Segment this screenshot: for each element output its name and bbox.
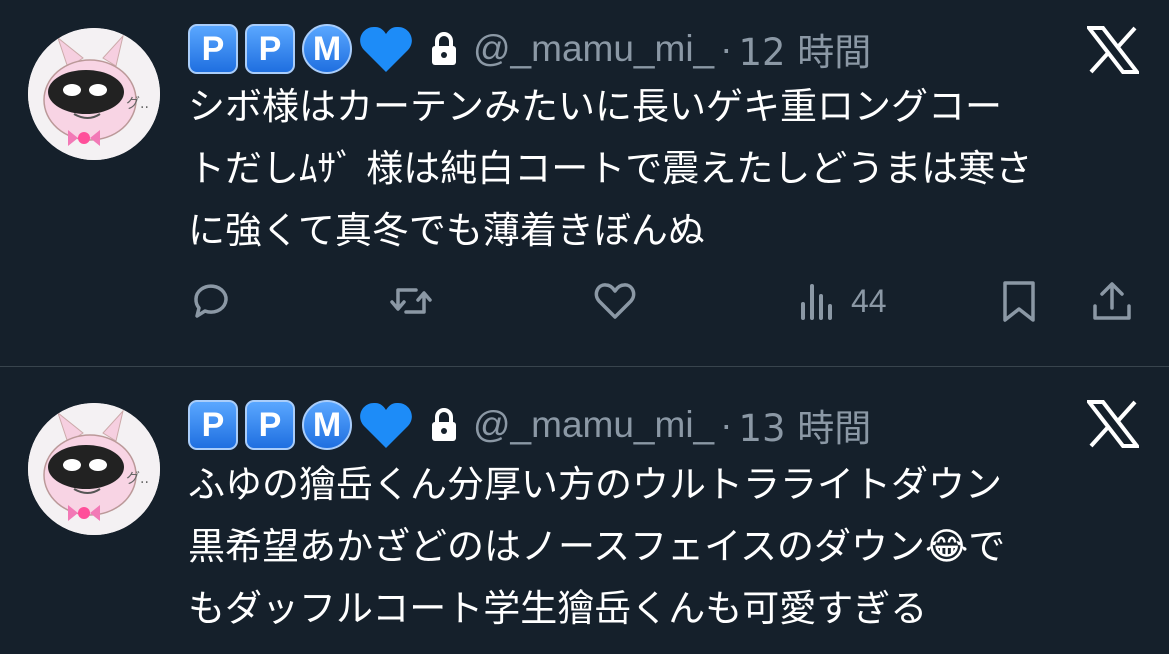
badge-m: M — [302, 400, 352, 450]
avatar[interactable]: グ.. — [28, 28, 160, 160]
views-icon — [801, 284, 832, 320]
tweet-text-line: に強くて真冬でも薄着きぼんぬ — [188, 209, 705, 252]
retweet-icon — [390, 288, 432, 314]
reply-button[interactable] — [188, 276, 234, 326]
handle[interactable]: @_mamu_mi_ — [473, 404, 714, 446]
badge-p: P — [188, 400, 238, 450]
badge-m: M — [302, 24, 352, 74]
action-bar: 44 — [0, 276, 1169, 326]
lock-icon — [432, 32, 456, 65]
avatar-illustration: グ.. — [28, 28, 160, 160]
tweet-header: P P M @_mamu_mi_ · 13 時間 — [188, 396, 871, 454]
tweet-text-line: もダッフルコート学生獪岳くんも可愛すぎる — [188, 587, 928, 630]
blue-heart-icon — [360, 402, 412, 448]
blue-heart-icon — [360, 26, 412, 72]
share-icon — [1093, 282, 1131, 320]
x-logo-icon — [1087, 400, 1139, 448]
tweet-text-line: トだしﾑｻﾞ 様は純白コートで震えたしどうまは寒さ — [188, 147, 1033, 190]
tweet-text-line: ふゆの獪岳くん分厚い方のウルトラライトダウン — [188, 463, 1002, 506]
like-button[interactable] — [592, 276, 638, 326]
tweet-text: シボ様はカーテンみたいに長いゲキ重ロングコー トだしﾑｻﾞ 様は純白コートで震え… — [188, 76, 1148, 262]
retweet-button[interactable] — [388, 276, 434, 326]
timestamp[interactable]: 12 時間 — [738, 22, 871, 76]
tweet-text-line: 黒希望あかざどのはノースフェイスのダウン😂で — [188, 525, 1006, 568]
badge-p: P — [245, 24, 295, 74]
tweet[interactable]: グ.. P P M @_mamu_mi_ · 13 時間 ふゆの獪岳くん分厚い方… — [0, 367, 1169, 654]
views-count: 44 — [851, 282, 887, 319]
tweet-header: P P M @_mamu_mi_ · 12 時間 — [188, 20, 871, 78]
separator-dot: · — [720, 404, 733, 445]
svg-text:グ..: グ.. — [126, 96, 149, 112]
avatar[interactable]: グ.. — [28, 403, 160, 535]
separator-dot: · — [720, 28, 733, 69]
share-button[interactable] — [1089, 276, 1135, 326]
tweet-text-line: シボ様はカーテンみたいに長いゲキ重ロングコー — [188, 85, 1002, 128]
x-logo-icon — [1087, 26, 1139, 74]
avatar-illustration: グ.. — [28, 403, 160, 535]
reply-icon — [194, 284, 228, 318]
lock-icon — [432, 408, 456, 441]
bookmark-button[interactable] — [996, 276, 1042, 326]
badge-p: P — [188, 24, 238, 74]
handle[interactable]: @_mamu_mi_ — [473, 28, 714, 70]
svg-text:グ..: グ.. — [126, 471, 149, 487]
tweet[interactable]: グ.. P P M @_mamu_mi_ · 12 時間 シボ様はカーテンみたい… — [0, 0, 1169, 367]
views-button[interactable]: 44 — [795, 276, 887, 326]
bookmark-icon — [1003, 281, 1035, 322]
badge-p: P — [245, 400, 295, 450]
timestamp[interactable]: 13 時間 — [738, 398, 871, 452]
tweet-text: ふゆの獪岳くん分厚い方のウルトラライトダウン 黒希望あかざどのはノースフェイスの… — [188, 454, 1148, 640]
like-icon — [594, 283, 636, 319]
